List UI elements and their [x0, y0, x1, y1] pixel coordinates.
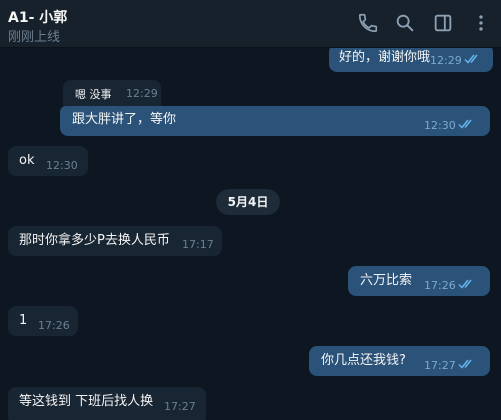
message-list[interactable]: 好的，谢谢你哦 12:29 嗯 没事 12:29 跟大胖讲了，等你 12:30 … — [0, 48, 501, 420]
message-time: 17:26 — [424, 279, 456, 292]
message-bubble-outgoing[interactable]: 六万比索 17:26 — [348, 266, 490, 296]
date-separator: 5月4日 — [216, 189, 280, 215]
message-time: 17:17 — [182, 238, 214, 251]
double-check-icon — [464, 54, 482, 64]
message-text: ok — [19, 153, 35, 168]
message-time: 12:29 — [430, 54, 462, 67]
sidebar-toggle-icon[interactable] — [432, 12, 454, 34]
reply-time: 12:29 — [126, 87, 158, 100]
message-bubble-incoming[interactable]: 那时你拿多少P去换人民币 17:17 — [8, 226, 222, 256]
more-vertical-icon[interactable] — [470, 12, 492, 34]
message-text: 你几点还我钱? — [321, 353, 406, 368]
message-time: 12:30 — [46, 159, 78, 172]
message-bubble-outgoing[interactable]: 好的，谢谢你哦 12:29 — [329, 48, 493, 72]
chat-header: A1- 小郭 刚刚上线 — [0, 0, 501, 48]
message-time: 17:27 — [164, 400, 196, 413]
search-icon[interactable] — [394, 12, 416, 34]
message-bubble-incoming[interactable]: ok 12:30 — [8, 146, 88, 176]
message-text: 等这钱到 下班后找人换 — [19, 394, 154, 409]
message-bubble-outgoing[interactable]: 你几点还我钱? 17:27 — [309, 346, 490, 376]
message-time: 17:27 — [424, 359, 456, 372]
phone-icon[interactable] — [357, 12, 379, 34]
online-status: 刚刚上线 — [8, 30, 61, 45]
reply-preview[interactable]: 嗯 没事 12:29 — [63, 80, 161, 106]
message-text: 1 — [19, 313, 28, 328]
message-bubble-incoming[interactable]: 1 17:26 — [8, 306, 78, 336]
message-text: 跟大胖讲了，等你 — [72, 112, 177, 127]
message-bubble-incoming[interactable]: 等这钱到 下班后找人换 17:27 — [8, 387, 206, 420]
message-text: 那时你拿多少P去换人民币 — [19, 233, 170, 248]
message-text: 好的，谢谢你哦 — [339, 50, 431, 65]
message-text: 六万比索 — [360, 273, 413, 288]
double-check-icon — [458, 279, 476, 289]
double-check-icon — [458, 119, 476, 129]
message-time: 17:26 — [38, 319, 70, 332]
reply-text: 嗯 没事 — [75, 88, 112, 101]
message-time: 12:30 — [424, 119, 456, 132]
double-check-icon — [458, 359, 476, 369]
chat-title[interactable]: A1- 小郭 — [8, 7, 67, 27]
message-bubble-outgoing[interactable]: 跟大胖讲了，等你 12:30 — [60, 106, 490, 136]
